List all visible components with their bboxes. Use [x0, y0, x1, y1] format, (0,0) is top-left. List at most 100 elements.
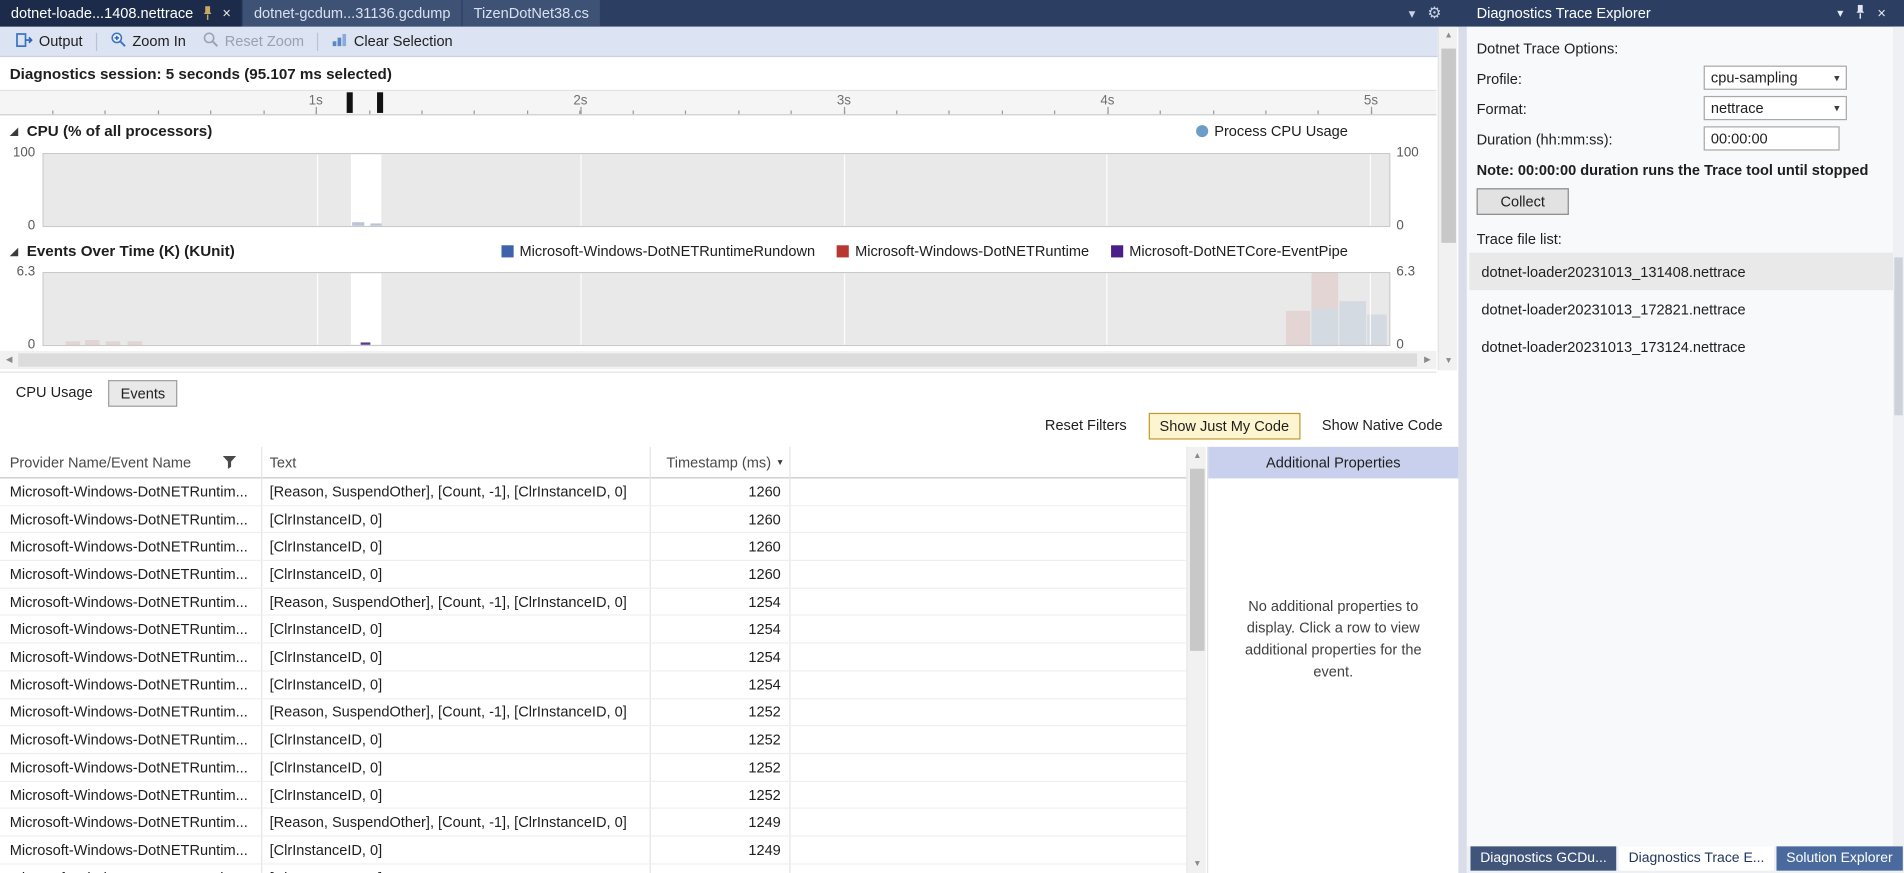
- table-row[interactable]: Microsoft-Windows-DotNETRuntim...[Reason…: [0, 699, 1186, 727]
- events-over-time-chart[interactable]: [43, 272, 1391, 346]
- scroll-down-icon[interactable]: ▼: [1188, 855, 1207, 873]
- ruler-minor-tick: [1213, 111, 1214, 115]
- additional-properties-empty-message: No additional properties to display. Cli…: [1224, 595, 1443, 682]
- document-tab-label: dotnet-gcdum...31136.gcdump: [254, 5, 451, 22]
- cpu-usage-chart[interactable]: [43, 153, 1391, 227]
- duration-note: Note: 00:00:00 duration runs the Trace t…: [1477, 162, 1869, 179]
- document-tab[interactable]: TizenDotNet38.cs: [463, 0, 600, 27]
- document-tab[interactable]: dotnet-gcdum...31136.gcdump: [243, 0, 461, 27]
- toolbar-separator: [96, 32, 97, 50]
- cell-timestamp: 1249: [650, 864, 784, 873]
- table-row[interactable]: Microsoft-Windows-DotNETRuntim...[ClrIns…: [0, 782, 1186, 810]
- horizontal-scroll-thumb[interactable]: [18, 353, 1417, 366]
- show-native-code-button[interactable]: Show Native Code: [1312, 413, 1452, 440]
- table-row[interactable]: Microsoft-Windows-DotNETRuntim...[Reason…: [0, 478, 1186, 506]
- column-provider[interactable]: Provider Name/Event Name: [10, 454, 191, 471]
- vertical-scroll-thumb[interactable]: [1441, 49, 1456, 243]
- cell-provider: Microsoft-Windows-DotNETRuntim...: [10, 782, 255, 808]
- cpu-ymin-label: 0: [0, 219, 35, 234]
- table-row[interactable]: Microsoft-Windows-DotNETRuntim...[ClrIns…: [0, 671, 1186, 699]
- lower-tab-cpu-usage[interactable]: CPU Usage: [5, 380, 104, 407]
- tool-window-tab[interactable]: Solution Explorer: [1777, 846, 1903, 870]
- table-vertical-scrollbar[interactable]: ▲ ▼: [1186, 447, 1205, 873]
- zoom-in-button[interactable]: Zoom In: [102, 29, 194, 53]
- unselected-region-shade: [381, 273, 1389, 345]
- cell-timestamp: 1260: [650, 506, 784, 532]
- table-row[interactable]: Microsoft-Windows-DotNETRuntim...[ClrIns…: [0, 616, 1186, 644]
- collapse-triangle-icon[interactable]: [10, 247, 19, 256]
- chart-vertical-scrollbar[interactable]: ▲ ▼: [1438, 27, 1457, 371]
- table-row[interactable]: Microsoft-Windows-DotNETRuntim...[ClrIns…: [0, 534, 1186, 562]
- panel-scrollbar[interactable]: [1893, 27, 1904, 847]
- tool-window-tab[interactable]: Diagnostics GCDu...: [1471, 846, 1617, 870]
- close-icon[interactable]: ×: [1877, 5, 1886, 22]
- pane-divider: [0, 372, 1437, 373]
- selection-handle[interactable]: [377, 92, 383, 113]
- table-row[interactable]: Microsoft-Windows-DotNETRuntim...[ClrIns…: [0, 837, 1186, 865]
- table-row[interactable]: Microsoft-Windows-DotNETRuntim...[ClrIns…: [0, 561, 1186, 589]
- table-row[interactable]: Microsoft-Windows-DotNETRuntim...[ClrIns…: [0, 864, 1186, 873]
- document-tab[interactable]: dotnet-loade...1408.nettrace×: [0, 0, 242, 27]
- cell-timestamp: 1260: [650, 478, 784, 504]
- output-button[interactable]: Output: [7, 30, 91, 53]
- profile-dropdown[interactable]: cpu-sampling ▾: [1704, 66, 1847, 90]
- diagnostics-trace-explorer-panel: Dotnet Trace Options: Profile: cpu-sampl…: [1467, 27, 1904, 847]
- vertical-splitter[interactable]: [1458, 27, 1467, 873]
- window-position-chevron-icon[interactable]: ▾: [1837, 7, 1843, 20]
- scroll-right-icon[interactable]: ▶: [1418, 351, 1436, 369]
- duration-input[interactable]: 00:00:00: [1704, 126, 1840, 150]
- table-row[interactable]: Microsoft-Windows-DotNETRuntim...[ClrIns…: [0, 506, 1186, 534]
- zoom-in-label: Zoom In: [132, 33, 185, 50]
- filter-funnel-icon[interactable]: [222, 455, 237, 473]
- selection-handle[interactable]: [347, 92, 353, 113]
- trace-file-item[interactable]: dotnet-loader20231013_172821.nettrace: [1469, 290, 1893, 328]
- ruler-minor-tick: [158, 111, 159, 115]
- column-timestamp[interactable]: Timestamp (ms): [650, 454, 771, 471]
- chart-gridline: [316, 154, 317, 226]
- table-row[interactable]: Microsoft-Windows-DotNETRuntim...[ClrIns…: [0, 644, 1186, 672]
- reset-filters-button[interactable]: Reset Filters: [1035, 413, 1136, 440]
- clear-selection-button[interactable]: Clear Selection: [323, 30, 461, 53]
- pin-icon[interactable]: [202, 6, 214, 21]
- scroll-up-icon[interactable]: ▲: [1188, 447, 1207, 465]
- panel-scroll-thumb[interactable]: [1894, 257, 1903, 415]
- scroll-up-icon[interactable]: ▲: [1439, 27, 1458, 45]
- table-row[interactable]: Microsoft-Windows-DotNETRuntim...[ClrIns…: [0, 754, 1186, 782]
- sort-descending-icon[interactable]: ▼: [776, 459, 784, 468]
- table-row[interactable]: Microsoft-Windows-DotNETRuntim...[Reason…: [0, 589, 1186, 617]
- collect-button[interactable]: Collect: [1477, 188, 1569, 215]
- lower-pane-tabs: CPU UsageEvents: [5, 380, 177, 407]
- ruler-minor-tick: [52, 111, 53, 115]
- chevron-down-icon: ▾: [1834, 101, 1840, 114]
- show-just-my-code-button[interactable]: Show Just My Code: [1149, 413, 1300, 440]
- column-text[interactable]: Text: [270, 454, 297, 471]
- cpu-section-header: CPU (% of all processors): [10, 123, 213, 140]
- table-scroll-thumb[interactable]: [1190, 469, 1205, 651]
- collapse-triangle-icon[interactable]: [10, 127, 19, 135]
- diagnostics-toolbar: Output Zoom In Reset Zoom Clear Selectio…: [0, 27, 1438, 57]
- close-icon[interactable]: ×: [222, 6, 231, 21]
- duration-value: 00:00:00: [1711, 130, 1768, 147]
- chart-horizontal-scrollbar[interactable]: ◀ ▶: [0, 351, 1437, 369]
- ruler-minor-tick: [896, 111, 897, 115]
- trace-file-item[interactable]: dotnet-loader20231013_131408.nettrace: [1469, 253, 1893, 291]
- table-row[interactable]: Microsoft-Windows-DotNETRuntim...[ClrIns…: [0, 727, 1186, 755]
- document-list-dropdown-icon[interactable]: ▾: [1409, 5, 1416, 21]
- format-dropdown[interactable]: nettrace ▾: [1704, 96, 1847, 120]
- table-row[interactable]: Microsoft-Windows-DotNETRuntim...[Reason…: [0, 809, 1186, 837]
- scroll-down-icon[interactable]: ▼: [1439, 352, 1458, 370]
- tool-window-tab[interactable]: Diagnostics Trace E...: [1619, 846, 1774, 870]
- scroll-left-icon[interactable]: ◀: [0, 351, 18, 369]
- cell-text: [ClrInstanceID, 0]: [270, 534, 642, 560]
- lower-tab-events[interactable]: Events: [109, 380, 178, 407]
- ruler-major-tick: [844, 107, 845, 114]
- settings-gear-icon[interactable]: ⚙: [1427, 4, 1441, 23]
- timeline-ruler[interactable]: 1s2s3s4s5s: [0, 90, 1437, 116]
- chart-gridline: [581, 154, 582, 226]
- reset-zoom-button[interactable]: Reset Zoom: [194, 29, 312, 53]
- trace-file-item[interactable]: dotnet-loader20231013_173124.nettrace: [1469, 328, 1893, 366]
- pin-icon[interactable]: [1854, 4, 1866, 22]
- application-window: dotnet-loade...1408.nettrace× dotnet-gcdu…: [0, 0, 1904, 873]
- cell-timestamp: 1254: [650, 644, 784, 670]
- cell-provider: Microsoft-Windows-DotNETRuntim...: [10, 616, 255, 642]
